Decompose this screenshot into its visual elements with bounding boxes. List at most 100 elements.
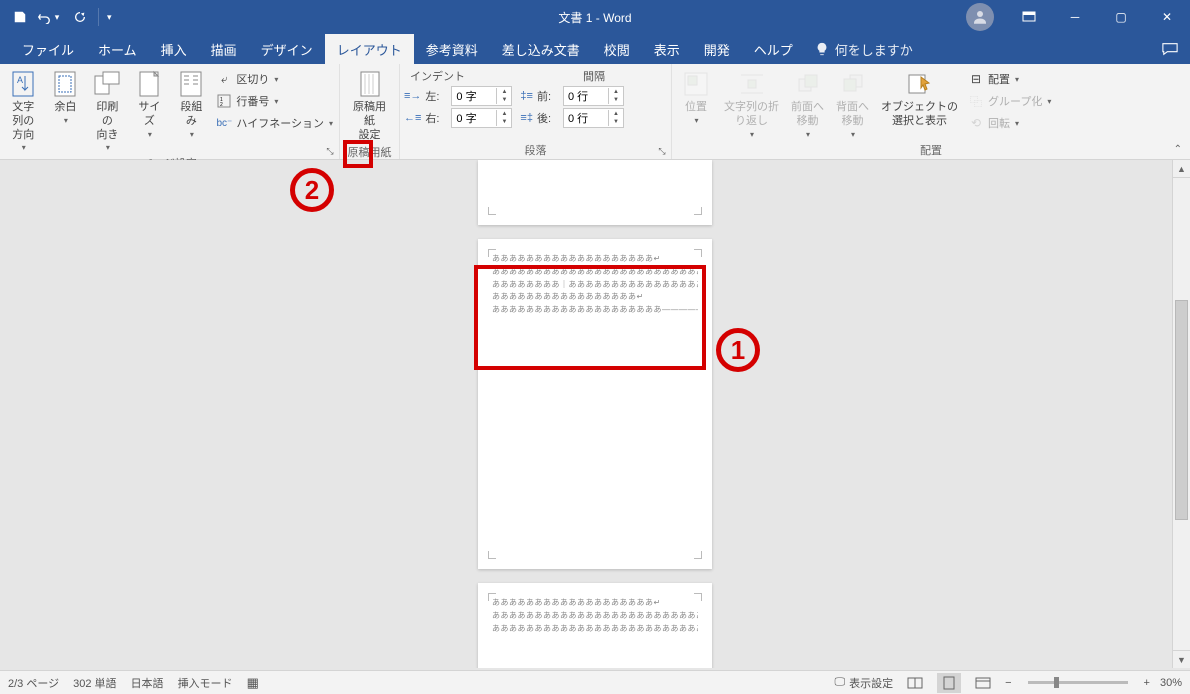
tab-insert[interactable]: 挿入 [149,34,199,64]
indent-right-icon: ←≡ [404,112,421,124]
spacing-before-input[interactable] [564,90,608,102]
page-setup-launcher[interactable]: ⤡ [323,144,337,158]
macro-icon[interactable]: ▦ [247,675,259,691]
position-icon [680,68,712,100]
indent-left-input[interactable] [452,90,496,102]
print-layout-view-button[interactable] [937,673,961,693]
rotate-icon: ⟲ [968,115,984,131]
document-line: あああああああああああああああああ↵ [492,291,698,304]
label: 印刷の 向き [92,101,122,142]
zoom-in-button[interactable]: + [1144,677,1150,689]
spinner[interactable]: ▲▼ [608,110,623,126]
tab-file[interactable]: ファイル [10,34,86,64]
account-avatar[interactable] [966,3,994,31]
indent-header: インデント [404,68,534,84]
tab-references[interactable]: 参考資料 [414,34,490,64]
breaks-button[interactable]: ⤶区切り▾ [214,68,335,90]
tab-view[interactable]: 表示 [642,34,692,64]
label: 配置 [988,71,1010,87]
read-mode-view-button[interactable] [903,673,927,693]
title-bar: ▾ ▾ 文書 1 - Word ─ ▢ ✕ [0,0,1190,34]
tell-me-search[interactable]: 何をしますか [805,34,923,64]
selection-pane-icon [904,68,936,100]
document-line: ああああああああああああああああああああああああああああああ [492,266,698,279]
tab-review[interactable]: 校閲 [592,34,642,64]
web-layout-view-button[interactable] [971,673,995,693]
status-page[interactable]: 2/3 ページ [8,675,59,691]
zoom-slider[interactable] [1028,681,1128,684]
document-canvas[interactable]: あああああああああああああああああああ↵ あああああああああああああああああああ… [9,160,1181,668]
label: 右: [425,110,447,126]
ribbon-display-options-button[interactable] [1006,0,1052,34]
vertical-scrollbar[interactable]: ▲ ▼ [1172,160,1190,668]
display-settings-button[interactable]: 🖵表示設定 [834,675,893,691]
tab-layout[interactable]: レイアウト [325,34,414,64]
margins-button[interactable]: 余白▾ [46,66,84,128]
document-line: あああああああああああああああああああ↵ [492,253,698,266]
scroll-up-button[interactable]: ▲ [1173,160,1190,178]
minimize-button[interactable]: ─ [1052,0,1098,34]
indent-right-input[interactable] [452,112,496,124]
selection-pane-button[interactable]: オブジェクトの 選択と表示 [877,66,962,131]
share-button[interactable] [1150,34,1190,64]
send-backward-icon [837,68,869,100]
hyphenation-button[interactable]: bc⁻ハイフネーション▾ [214,112,335,134]
svg-text:A: A [17,75,23,85]
maximize-button[interactable]: ▢ [1098,0,1144,34]
label: 前: [537,88,559,104]
document-page-1-bottom [478,160,712,225]
spacing-before-icon: ‡≡ [520,90,533,102]
tab-help[interactable]: ヘルプ [742,34,805,64]
status-bar: 2/3 ページ 302 単語 日本語 挿入モード ▦ 🖵表示設定 − + 30% [0,670,1190,694]
redo-button[interactable] [66,3,94,31]
print-layout-icon [942,676,956,690]
spinner[interactable]: ▲▼ [496,88,511,104]
size-button[interactable]: サイズ▾ [130,66,168,142]
zoom-level[interactable]: 30% [1160,677,1182,689]
spinner[interactable]: ▲▼ [608,88,623,104]
qat-customize-chevron[interactable]: ▾ [103,12,116,23]
label: 文字列の折 り返し [724,101,779,129]
window-title: 文書 1 - Word [558,9,631,26]
group-paragraph: インデント 間隔 ≡→ 左: ▲▼ ‡≡ 前: ▲▼ ←≡ 右: [400,64,672,159]
title-right: ─ ▢ ✕ [966,0,1190,34]
save-button[interactable] [6,3,34,31]
spacing-after-input[interactable] [564,112,608,124]
tab-draw[interactable]: 描画 [199,34,249,64]
spinner[interactable]: ▲▼ [496,110,511,126]
label: 原稿用紙 設定 [348,101,391,142]
tab-design[interactable]: デザイン [249,34,325,64]
document-line: ああああああああああああああああああああああああああああああ [492,610,698,623]
paragraph-launcher[interactable]: ⤡ [655,144,669,158]
status-language[interactable]: 日本語 [131,675,164,691]
line-numbers-button[interactable]: 12行番号▾ [214,90,335,112]
close-button[interactable]: ✕ [1144,0,1190,34]
zoom-out-button[interactable]: − [1005,677,1011,689]
maximize-icon: ▢ [1115,10,1126,24]
undo-button[interactable]: ▾ [36,3,64,31]
hyphenation-icon: bc⁻ [216,115,232,131]
columns-button[interactable]: 段組み▾ [172,66,210,142]
scroll-thumb[interactable] [1175,300,1188,520]
status-word-count[interactable]: 302 単語 [73,675,116,691]
margins-icon [49,68,81,100]
status-insert-mode[interactable]: 挿入モード [178,675,233,691]
collapse-ribbon-button[interactable]: ⌃ [1174,144,1182,155]
label: 余白 [54,101,76,115]
label: 段組み [176,101,206,129]
label: オブジェクトの 選択と表示 [881,101,958,129]
align-button[interactable]: ⊟配置▾ [966,68,1053,90]
quick-access-toolbar: ▾ ▾ [0,3,122,31]
manuscript-paper-button[interactable]: 原稿用紙 設定 [344,66,395,144]
document-page-3-top: あああああああああああああああああああ↵ あああああああああああああああああああ… [478,583,712,668]
tab-developer[interactable]: 開発 [692,34,742,64]
tab-mailings[interactable]: 差し込み文書 [490,34,592,64]
group-icon: ⿻ [968,93,984,109]
tab-home[interactable]: ホーム [86,34,149,64]
spacing-after-icon: ≡‡ [520,112,533,124]
text-direction-button[interactable]: A 文字列の 方向▾ [4,66,42,155]
person-icon [971,8,989,26]
document-line: ああああああああああああああああああああああああああああああ [492,623,698,636]
orientation-button[interactable]: 印刷の 向き▾ [88,66,126,155]
scroll-down-button[interactable]: ▼ [1173,650,1190,668]
